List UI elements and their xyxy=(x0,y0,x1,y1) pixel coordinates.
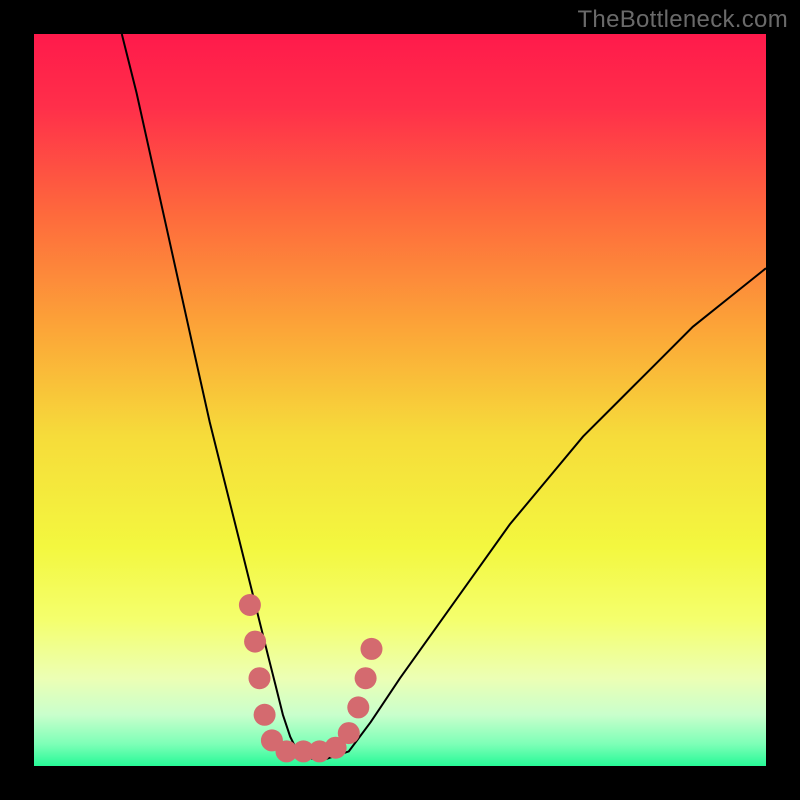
plot-area xyxy=(34,34,766,766)
marker-dot xyxy=(239,594,261,616)
watermark-text: TheBottleneck.com xyxy=(577,6,788,34)
gradient-background xyxy=(34,34,766,766)
marker-dot xyxy=(254,704,276,726)
marker-dot xyxy=(347,696,369,718)
marker-dot xyxy=(355,667,377,689)
marker-dot xyxy=(249,667,271,689)
chart-svg xyxy=(34,34,766,766)
marker-dot xyxy=(361,638,383,660)
chart-frame: TheBottleneck.com xyxy=(0,0,800,800)
marker-dot xyxy=(338,722,360,744)
marker-dot xyxy=(244,631,266,653)
